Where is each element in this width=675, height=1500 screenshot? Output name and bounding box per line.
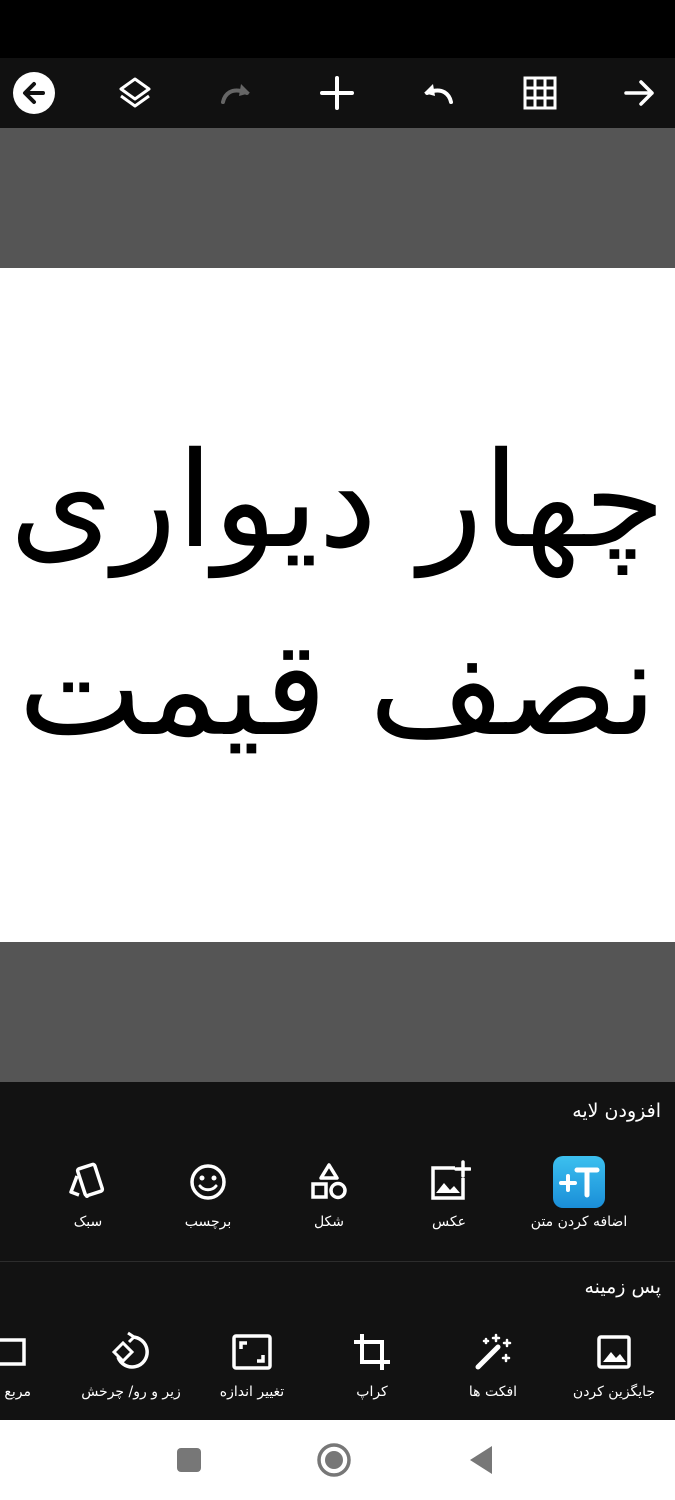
system-nav-bar: [0, 1420, 675, 1500]
grid-icon[interactable]: [518, 71, 562, 115]
recent-apps-icon[interactable]: [169, 1440, 209, 1480]
effects-button[interactable]: افکت ها: [433, 1326, 553, 1400]
tools-panel: افزودن لایه اضافه کردن متن عکس شکل برچسب…: [0, 1082, 675, 1420]
magic-wand-icon: [463, 1326, 523, 1378]
redo-icon[interactable]: [214, 71, 258, 115]
resize-button[interactable]: تغییر اندازه: [192, 1326, 312, 1400]
square-label: مربع کا: [0, 1384, 31, 1400]
add-layer-title: افزودن لایه: [572, 1100, 661, 1122]
undo-icon[interactable]: [416, 71, 460, 115]
background-title: پس زمینه: [584, 1276, 661, 1298]
replace-label: جایگزین کردن: [572, 1384, 656, 1400]
square-button[interactable]: مربع کا: [0, 1326, 70, 1400]
shapes-icon: [299, 1156, 359, 1208]
sticker-label: برچسب: [184, 1214, 232, 1230]
add-icon[interactable]: [315, 71, 359, 115]
add-photo-icon: [419, 1156, 479, 1208]
replace-button[interactable]: جایگزین کردن: [554, 1326, 674, 1400]
crop-icon: [342, 1326, 402, 1378]
add-text-button[interactable]: اضافه کردن متن: [519, 1156, 639, 1230]
style-button[interactable]: سبک: [28, 1156, 148, 1230]
add-photo-label: عکس: [432, 1214, 466, 1230]
style-cards-icon: [58, 1156, 118, 1208]
resize-icon: [222, 1326, 282, 1378]
section-divider: [0, 1261, 675, 1262]
home-icon[interactable]: [314, 1440, 354, 1480]
sticker-icon: [178, 1156, 238, 1208]
top-toolbar: [0, 58, 675, 128]
style-label: سبک: [73, 1214, 103, 1230]
back-icon[interactable]: [461, 1440, 501, 1480]
add-text-icon: [549, 1156, 609, 1208]
canvas-area: چهار دیواری نصف قیمت: [0, 128, 675, 1082]
flip-rotate-button[interactable]: زیر و رو/ چرخش: [71, 1326, 191, 1400]
shapes-button[interactable]: شکل: [269, 1156, 389, 1230]
resize-label: تغییر اندازه: [219, 1384, 285, 1400]
shapes-label: شکل: [313, 1214, 345, 1230]
flip-rotate-label: زیر و رو/ چرخش: [81, 1384, 181, 1400]
design-canvas[interactable]: چهار دیواری نصف قیمت: [0, 268, 675, 942]
status-bar: [0, 0, 675, 58]
back-circle-icon[interactable]: [12, 71, 56, 115]
sticker-button[interactable]: برچسب: [148, 1156, 268, 1230]
flip-rotate-icon: [101, 1326, 161, 1378]
crop-label: کراپ: [356, 1384, 388, 1400]
add-text-label: اضافه کردن متن: [530, 1214, 628, 1230]
effects-label: افکت ها: [468, 1384, 518, 1400]
forward-arrow-icon[interactable]: [618, 71, 662, 115]
square-icon: [0, 1326, 40, 1378]
replace-image-icon: [584, 1326, 644, 1378]
canvas-text-line-2[interactable]: نصف قیمت: [18, 623, 657, 755]
add-photo-button[interactable]: عکس: [389, 1156, 509, 1230]
crop-button[interactable]: کراپ: [312, 1326, 432, 1400]
layers-icon[interactable]: [113, 71, 157, 115]
canvas-text-line-1[interactable]: چهار دیواری: [10, 435, 666, 567]
